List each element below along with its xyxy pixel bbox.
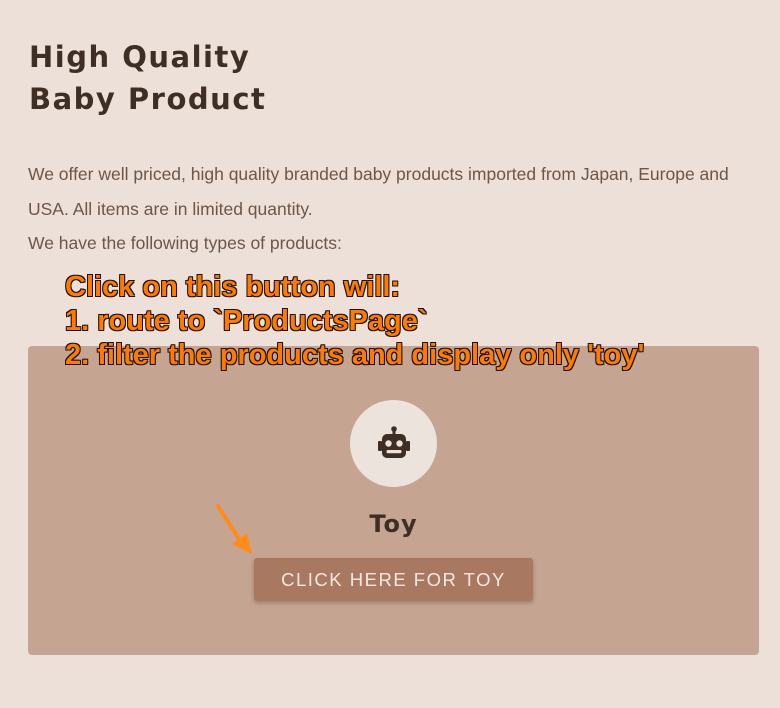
annotation-arrow-icon bbox=[216, 504, 252, 554]
click-here-for-toy-button[interactable]: Click here for toy bbox=[254, 558, 533, 601]
hero-title-line-1: High Quality bbox=[29, 40, 251, 74]
hero-title-line-2: Baby Product bbox=[29, 82, 267, 116]
annotation-line-3: 2. filter the products and display only … bbox=[64, 338, 645, 371]
intro-description: We offer well priced, high quality brand… bbox=[28, 157, 768, 261]
hero-title: High Quality Baby Product bbox=[29, 36, 266, 120]
toy-category-card: Toy Click here for toy bbox=[28, 346, 759, 655]
annotation-callout: Click on this button will: 1. route to `… bbox=[64, 270, 645, 372]
product-types-intro: We have the following types of products: bbox=[28, 233, 342, 253]
annotation-line-2: 1. route to `ProductsPage` bbox=[64, 304, 428, 337]
robot-icon bbox=[377, 425, 410, 458]
intro-paragraph: We offer well priced, high quality brand… bbox=[28, 164, 729, 219]
toy-icon-circle bbox=[350, 400, 437, 487]
category-title: Toy bbox=[369, 510, 418, 538]
annotation-line-1: Click on this button will: bbox=[64, 270, 401, 303]
